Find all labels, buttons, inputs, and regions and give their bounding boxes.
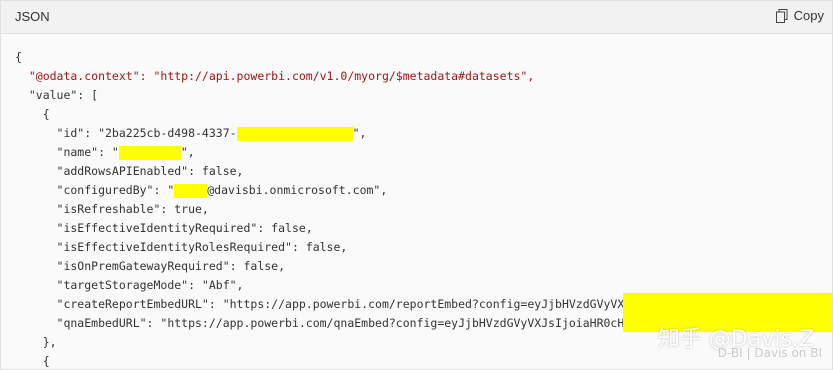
copy-label: Copy <box>793 8 824 23</box>
code-line: "addRowsAPIEnabled": false, <box>15 164 244 178</box>
watermark-sub: D-BI | Davis on BI <box>717 346 822 360</box>
code-line: { <box>15 107 50 121</box>
code-line-name: "name": " ", <box>15 145 195 160</box>
code-line-id: "id": "2ba225cb-d498-4337- ", <box>15 126 367 141</box>
redaction-highlight <box>118 145 181 160</box>
json-code-panel: JSON Copy { "@odata.context": "http://ap… <box>0 0 833 370</box>
code-line: "@odata.context": "http://api.powerbi.co… <box>15 69 535 83</box>
code-line: }, <box>15 335 57 349</box>
code-line: "isRefreshable": true, <box>15 202 209 216</box>
copy-button[interactable]: Copy <box>775 8 824 23</box>
code-header: JSON Copy <box>1 1 832 34</box>
code-line-configured-by: "configuredBy": " @davisbi.onmicrosoft.co… <box>15 183 388 198</box>
code-line: "value": [ <box>15 88 99 102</box>
code-line: "isOnPremGatewayRequired": false, <box>15 259 286 273</box>
code-line: "qnaEmbedURL": "https://app.powerbi.com/… <box>15 316 652 330</box>
redaction-highlight <box>236 126 353 141</box>
code-line: "targetStorageMode": "Abf", <box>15 278 244 292</box>
code-line: { <box>15 50 22 64</box>
code-line: "isEffectiveIdentityRolesRequired": fals… <box>15 240 348 254</box>
code-body[interactable]: { "@odata.context": "http://api.powerbi.… <box>1 34 832 369</box>
code-line: { <box>15 354 50 368</box>
language-label: JSON <box>15 9 50 24</box>
redaction-highlight <box>174 183 208 198</box>
code-line: "createReportEmbedURL": "https://app.pow… <box>15 297 652 311</box>
code-line: "isEffectiveIdentityRequired": false, <box>15 221 313 235</box>
copy-icon <box>775 8 788 23</box>
